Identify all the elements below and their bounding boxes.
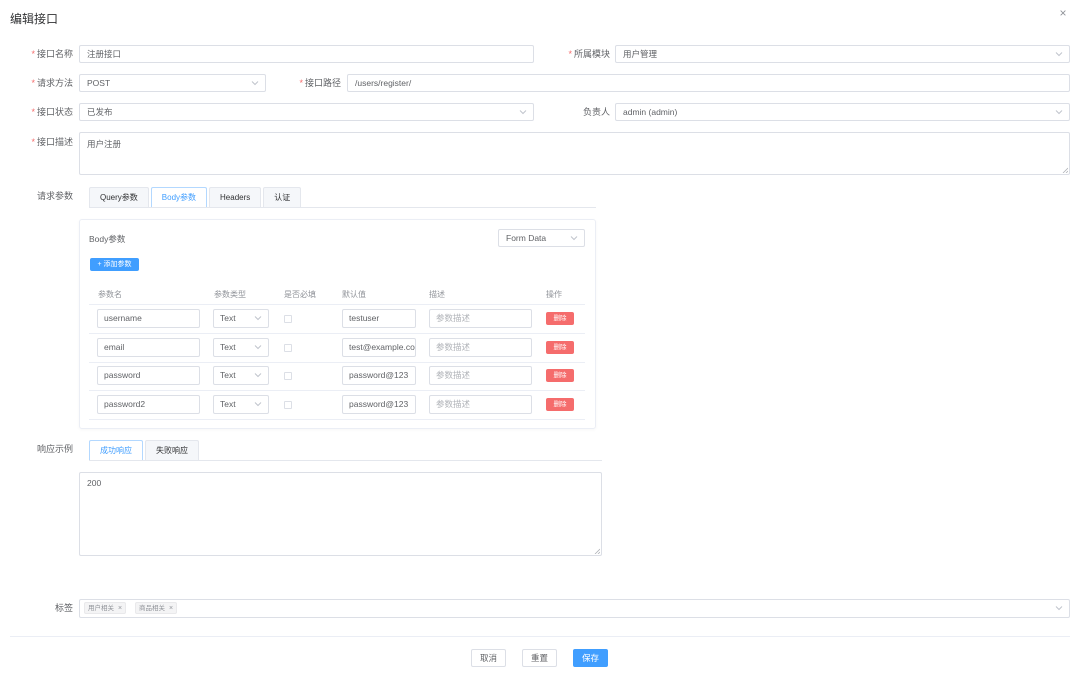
required-checkbox[interactable] xyxy=(284,372,292,380)
chevron-down-icon xyxy=(1055,50,1063,58)
col-header-default: 默认值 xyxy=(342,290,366,299)
col-header-required: 是否必填 xyxy=(284,290,316,299)
tab-auth[interactable]: 认证 xyxy=(263,187,302,207)
close-icon[interactable]: × xyxy=(1056,6,1070,20)
delete-param-button[interactable]: 删除 xyxy=(546,312,574,325)
dialog-title: 编辑接口 xyxy=(10,12,59,26)
required-checkbox[interactable] xyxy=(284,401,292,409)
request-params-label: 请求参数 xyxy=(36,191,73,201)
chevron-down-icon xyxy=(254,371,262,379)
tag-close-icon[interactable]: × xyxy=(169,605,173,612)
param-default-input[interactable]: testuser xyxy=(342,309,416,328)
method-select[interactable]: POST xyxy=(79,74,266,92)
edit-api-dialog: 编辑接口 × * 接口名称 注册接口 * 所属模块 用户管理 * 请求方法 POST … xyxy=(0,0,1080,682)
param-name-input[interactable]: email xyxy=(97,338,200,357)
tab-headers[interactable]: Headers xyxy=(209,187,262,207)
param-desc-input[interactable]: 参数描述 xyxy=(429,395,532,414)
col-header-desc: 描述 xyxy=(429,290,445,299)
col-header-type: 参数类型 xyxy=(214,290,246,299)
add-param-button[interactable]: + 添加参数 xyxy=(90,258,139,271)
method-label: * 请求方法 xyxy=(31,78,73,88)
tab-success-response[interactable]: 成功响应 xyxy=(89,440,143,460)
tag-close-icon[interactable]: × xyxy=(118,605,122,612)
tag-item: 用户相关 × xyxy=(84,602,127,614)
path-input[interactable]: /users/register/ xyxy=(347,74,1070,92)
divider xyxy=(89,390,585,391)
tab-fail-response[interactable]: 失败响应 xyxy=(145,440,199,460)
divider xyxy=(89,333,585,334)
chevron-down-icon xyxy=(570,234,578,242)
reset-button[interactable]: 重置 xyxy=(522,649,557,667)
chevron-down-icon xyxy=(251,79,259,87)
param-desc-input[interactable]: 参数描述 xyxy=(429,338,532,357)
body-params-card: Body参数 Form Data + 添加参数 参数名 参数类型 是否必填 默认… xyxy=(79,219,596,429)
body-format-select[interactable]: Form Data xyxy=(498,229,585,247)
chevron-down-icon xyxy=(519,108,527,116)
response-textarea[interactable]: 200 xyxy=(79,472,602,556)
body-params-title: Body参数 xyxy=(89,234,126,244)
param-type-select[interactable]: Text xyxy=(213,366,269,385)
save-button[interactable]: 保存 xyxy=(573,649,608,667)
module-label: * 所属模块 xyxy=(568,49,610,59)
response-label: 响应示例 xyxy=(36,444,73,454)
chevron-down-icon xyxy=(254,314,262,322)
delete-param-button[interactable]: 删除 xyxy=(546,398,574,411)
path-label: * 接口路径 xyxy=(299,78,341,88)
chevron-down-icon xyxy=(1055,604,1063,612)
param-default-input[interactable]: test@example.com xyxy=(342,338,416,357)
param-desc-input[interactable]: 参数描述 xyxy=(429,309,532,328)
desc-textarea[interactable]: 用户注册 xyxy=(79,132,1070,175)
request-tabs: Query参数 Body参数 Headers 认证 xyxy=(89,187,596,208)
param-name-input[interactable]: username xyxy=(97,309,200,328)
delete-param-button[interactable]: 删除 xyxy=(546,369,574,382)
tags-select[interactable] xyxy=(79,599,1070,618)
param-type-select[interactable]: Text xyxy=(213,395,269,414)
name-label: * 接口名称 xyxy=(31,49,73,59)
tag-item: 商品相关 × xyxy=(135,602,178,614)
chevron-down-icon xyxy=(254,400,262,408)
tab-body[interactable]: Body参数 xyxy=(150,187,208,207)
module-select[interactable]: 用户管理 xyxy=(615,45,1070,63)
desc-label: * 接口描述 xyxy=(31,137,73,147)
owner-select[interactable]: admin (admin) xyxy=(615,103,1070,121)
owner-label: 负责人 xyxy=(582,107,610,117)
divider xyxy=(89,362,585,363)
param-desc-input[interactable]: 参数描述 xyxy=(429,366,532,385)
param-type-select[interactable]: Text xyxy=(213,309,269,328)
required-checkbox[interactable] xyxy=(284,344,292,352)
status-label: * 接口状态 xyxy=(31,107,73,117)
divider xyxy=(89,304,585,305)
name-input[interactable]: 注册接口 xyxy=(79,45,534,63)
col-header-action: 操作 xyxy=(546,290,562,299)
param-default-input[interactable]: password@123 xyxy=(342,366,416,385)
param-type-select[interactable]: Text xyxy=(213,338,269,357)
chevron-down-icon xyxy=(254,343,262,351)
divider xyxy=(89,419,585,420)
param-name-input[interactable]: password xyxy=(97,366,200,385)
tags-label: 标签 xyxy=(54,603,73,613)
param-name-input[interactable]: password2 xyxy=(97,395,200,414)
tab-query[interactable]: Query参数 xyxy=(89,187,149,207)
chevron-down-icon xyxy=(1055,108,1063,116)
col-header-name: 参数名 xyxy=(98,290,122,299)
resize-handle-icon[interactable] xyxy=(1062,167,1068,173)
param-default-input[interactable]: password@123 xyxy=(342,395,416,414)
footer-divider xyxy=(10,636,1070,637)
required-checkbox[interactable] xyxy=(284,315,292,323)
cancel-button[interactable]: 取消 xyxy=(471,649,506,667)
response-tabs: 成功响应 失败响应 xyxy=(89,440,602,461)
status-select[interactable]: 已发布 xyxy=(79,103,534,121)
delete-param-button[interactable]: 删除 xyxy=(546,341,574,354)
resize-handle-icon[interactable] xyxy=(594,548,600,554)
